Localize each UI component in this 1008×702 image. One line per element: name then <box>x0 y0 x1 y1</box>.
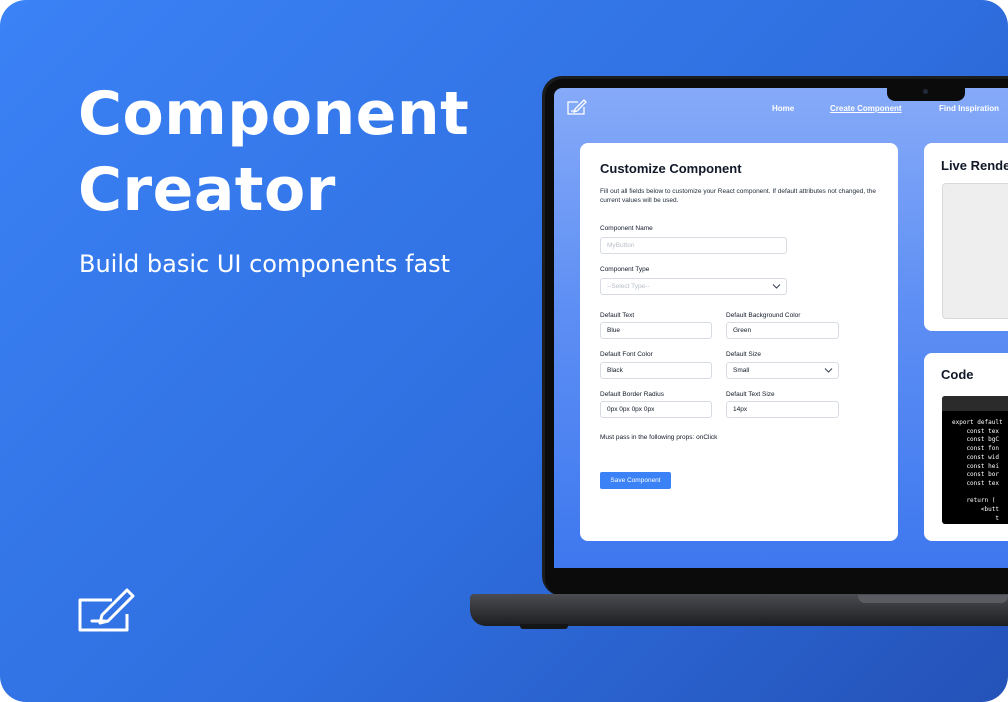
nav-home[interactable]: Home <box>772 104 794 113</box>
default-bg-color-input[interactable] <box>726 322 839 339</box>
edit-icon <box>78 588 135 632</box>
save-component-button[interactable]: Save Component <box>600 472 671 489</box>
form-title: Customize Component <box>600 161 742 176</box>
default-font-color-input[interactable] <box>600 362 712 379</box>
camera-icon <box>923 89 928 94</box>
hero-subtitle: Build basic UI components fast <box>79 250 451 278</box>
laptop-foot <box>520 624 568 629</box>
component-type-value: --Select Type-- <box>607 283 650 290</box>
default-text-size-input[interactable] <box>726 401 839 418</box>
laptop-screen: Home Create Component Find Inspiration C… <box>554 88 1008 568</box>
edit-icon[interactable] <box>567 98 587 116</box>
default-size-label: Default Size <box>726 351 762 358</box>
component-name-input[interactable] <box>600 237 787 254</box>
code-panel: Code export default const tex const bgC … <box>924 353 1008 541</box>
live-render-preview <box>942 183 1008 319</box>
customize-panel: Customize Component Fill out all fields … <box>580 143 898 541</box>
nav-create-component[interactable]: Create Component <box>830 104 902 113</box>
code-line: const bor <box>952 471 999 479</box>
code-line: const hei <box>952 462 999 470</box>
live-render-panel: Live Rende <box>924 143 1008 331</box>
default-text-input[interactable] <box>600 322 712 339</box>
hero-title-line: Component <box>78 79 470 149</box>
form-description: Fill out all fields below to customize y… <box>600 188 877 204</box>
component-name-label: Component Name <box>600 225 653 232</box>
default-text-label: Default Text <box>600 312 635 319</box>
laptop-base-groove <box>858 595 1008 603</box>
code-line: export default <box>952 419 1003 426</box>
code-line: <butt <box>952 506 999 514</box>
nav-find-inspiration[interactable]: Find Inspiration <box>939 104 999 113</box>
default-border-radius-input[interactable] <box>600 401 712 418</box>
default-border-radius-label: Default Border Radius <box>600 391 664 398</box>
default-size-value: Small <box>733 367 750 374</box>
component-type-select[interactable]: --Select Type-- <box>600 278 787 295</box>
code-line: const bgC <box>952 436 999 444</box>
hero-title-line: Creator <box>78 155 336 225</box>
chevron-down-icon <box>824 368 833 373</box>
code-line: const fon <box>952 445 999 453</box>
code-line: return ( <box>952 497 996 505</box>
component-type-label: Component Type <box>600 266 650 273</box>
default-text-size-label: Default Text Size <box>726 391 775 398</box>
code-block[interactable]: export default const tex const bgC const… <box>942 396 1008 524</box>
code-title: Code <box>941 367 974 382</box>
hero-title: Component Creator <box>78 76 469 228</box>
code-line: t <box>952 514 999 522</box>
code-line: const tex <box>952 479 999 487</box>
promo-card: Component Creator Build basic UI compone… <box>0 0 1008 702</box>
default-size-select[interactable]: Small <box>726 362 839 379</box>
code-line: const wid <box>952 453 999 461</box>
code-line: const tex <box>952 427 999 435</box>
default-bg-color-label: Default Background Color <box>726 312 801 319</box>
default-font-color-label: Default Font Color <box>600 351 653 358</box>
live-render-title: Live Rende <box>941 158 1008 173</box>
chevron-down-icon <box>772 284 781 289</box>
code-lines: export default const tex const bgC const… <box>952 419 1003 523</box>
code-toolbar <box>942 396 1008 411</box>
props-note: Must pass in the following props: onClic… <box>600 434 718 441</box>
